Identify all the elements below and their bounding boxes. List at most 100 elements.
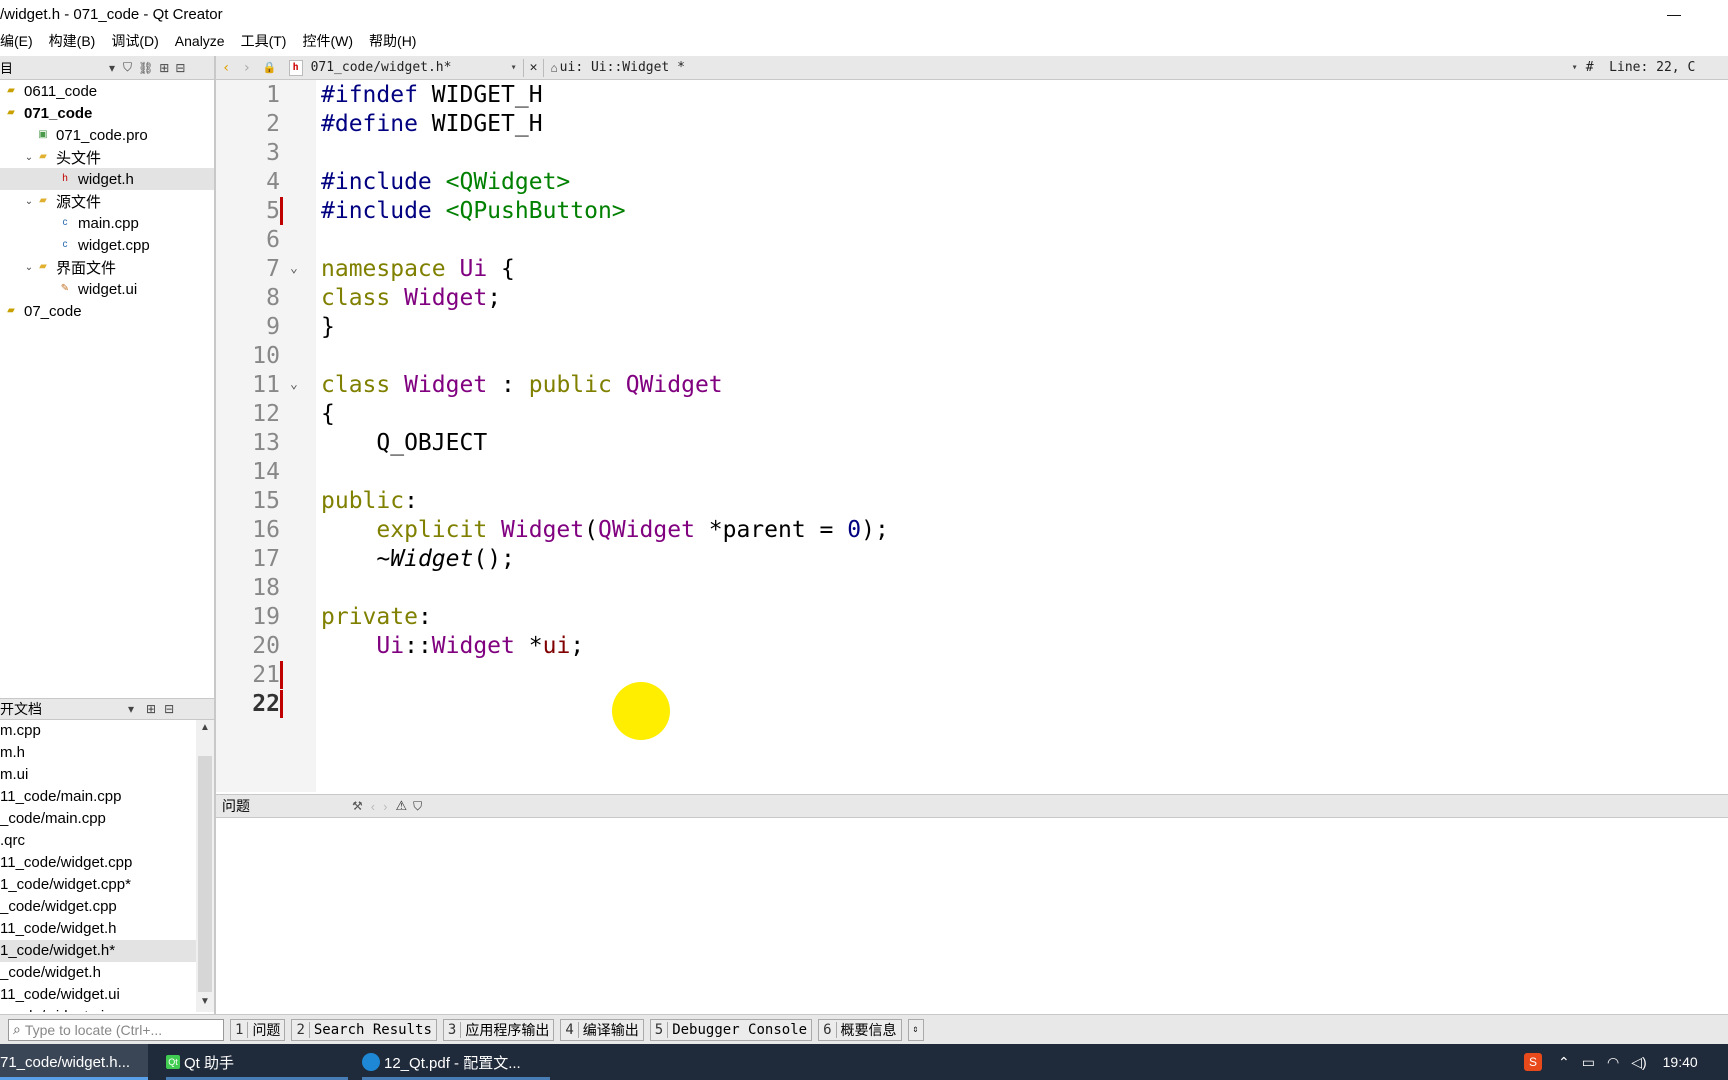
document-dropdown-icon[interactable]: ▾	[511, 62, 517, 73]
document-tab[interactable]: 071_code/widget.h*	[311, 60, 511, 75]
code-line[interactable]: 14	[216, 456, 1728, 488]
menu-item[interactable]: 控件(W)	[294, 31, 361, 51]
menu-item[interactable]: Analyze	[167, 33, 233, 49]
code-line[interactable]: 12 {	[216, 398, 1728, 430]
locator-input[interactable]: ⌕ Type to locate (Ctrl+...	[8, 1018, 224, 1041]
clock[interactable]: 19:40	[1663, 1054, 1698, 1070]
output-tab[interactable]: 6 概要信息	[818, 1018, 902, 1041]
tree-item[interactable]: ⌄ ▰ 界面文件	[0, 256, 214, 278]
tree-item[interactable]: ▰ 07_code	[0, 300, 214, 322]
symbol-dropdown-icon[interactable]: ▾	[1572, 62, 1578, 73]
split-icon[interactable]: ⊞	[159, 61, 169, 75]
split-icon[interactable]: ⊞	[146, 702, 156, 716]
open-document-item[interactable]: 11_code/main.cpp	[0, 786, 196, 808]
taskbar-item-pdf[interactable]: 12_Qt.pdf - 配置文...	[362, 1044, 550, 1080]
taskbar-item-qtcreator[interactable]: 71_code/widget.h...	[0, 1044, 148, 1080]
menu-item[interactable]: 调试(D)	[103, 31, 166, 51]
more-tabs-icon[interactable]: ⇕	[907, 1018, 924, 1041]
code-line[interactable]: 7 ⌄ namespace Ui {	[216, 253, 1728, 285]
expand-chevron-icon[interactable]: ⌄	[22, 152, 36, 163]
menu-item[interactable]: 编(E)	[0, 31, 41, 51]
link-icon[interactable]: ⛓	[138, 61, 153, 75]
output-tab[interactable]: 1 问题	[230, 1018, 286, 1041]
open-document-item[interactable]: 11_code/widget.cpp	[0, 852, 196, 874]
close-panel-icon[interactable]: ⊟	[175, 61, 185, 75]
open-document-item[interactable]: 1_code/widget.cpp*	[0, 874, 196, 896]
output-tab[interactable]: 3 应用程序输出	[442, 1018, 555, 1041]
menu-item[interactable]: 工具(T)	[233, 31, 295, 51]
code-line[interactable]: 19 private:	[216, 601, 1728, 633]
tree-item[interactable]: ▰ 071_code	[0, 102, 214, 124]
filter-icon[interactable]: ⛉	[123, 60, 132, 75]
tree-item[interactable]: h widget.h	[0, 168, 214, 190]
wifi-icon[interactable]: ◠	[1607, 1054, 1619, 1071]
tree-item[interactable]: ▣ 071_code.pro	[0, 124, 214, 146]
taskbar-item-qt-assistant[interactable]: Qt Qt 助手	[166, 1044, 348, 1080]
open-document-item[interactable]: 1_code/widget.h*	[0, 940, 196, 962]
menu-item[interactable]: 帮助(H)	[361, 31, 424, 51]
code-line[interactable]: 20 Ui::Widget *ui;	[216, 630, 1728, 662]
code-editor[interactable]: 1 #ifndef WIDGET_H 2 #define WIDGET_H 3 4 #inc…	[216, 80, 1728, 792]
close-panel-icon[interactable]: ⊟	[164, 702, 174, 716]
previous-icon[interactable]: ‹	[371, 799, 375, 814]
next-icon[interactable]: ›	[383, 799, 387, 814]
expand-chevron-icon[interactable]: ⌄	[22, 196, 36, 207]
tree-item[interactable]: ✎ widget.ui	[0, 278, 214, 300]
fold-chevron-icon[interactable]: ⌄	[290, 369, 298, 401]
code-line[interactable]: 17 ~Widget();	[216, 543, 1728, 575]
open-document-item[interactable]: m.h	[0, 742, 196, 764]
open-document-item[interactable]: m.cpp	[0, 720, 196, 742]
output-tab[interactable]: 4 编译输出	[560, 1018, 644, 1041]
chevron-up-icon[interactable]: ⌃	[1558, 1054, 1570, 1071]
warning-icon[interactable]: ⚠	[395, 798, 407, 814]
fold-chevron-icon[interactable]: ⌄	[290, 253, 298, 285]
open-document-item[interactable]: _code/widget.cpp	[0, 896, 196, 918]
code-line[interactable]: 9}	[216, 311, 1728, 343]
open-document-item[interactable]: _code/widget.h	[0, 962, 196, 984]
scrollbar-thumb[interactable]	[198, 756, 212, 992]
tree-item[interactable]: ⌄ ▰ 源文件	[0, 190, 214, 212]
code-line[interactable]: 4 #include <QWidget>	[216, 166, 1728, 198]
scroll-down-icon[interactable]: ▼	[196, 996, 214, 1010]
volume-icon[interactable]: ◁)	[1631, 1054, 1646, 1071]
open-document-item[interactable]: 11_code/widget.ui	[0, 984, 196, 1006]
code-line[interactable]: 11 ⌄ class Widget : public QWidget	[216, 369, 1728, 401]
dropdown-arrow-icon[interactable]: ▾	[109, 61, 115, 75]
open-document-item[interactable]: _code/widget.ui	[0, 1006, 196, 1012]
code-line[interactable]: 8 class Widget;	[216, 282, 1728, 314]
filter-icon[interactable]: ⛉	[413, 799, 422, 814]
code-line[interactable]: 1 #ifndef WIDGET_H	[216, 80, 1728, 111]
dropdown-arrow-icon[interactable]: ▾	[128, 702, 134, 716]
code-line[interactable]: 18	[216, 572, 1728, 604]
output-tab[interactable]: 5 Debugger Console	[649, 1018, 813, 1041]
forward-arrow-icon[interactable]: ›	[242, 60, 250, 76]
open-documents-scrollbar[interactable]: ▲ ▼	[196, 720, 214, 1012]
menu-item[interactable]: 构建(B)	[41, 31, 104, 51]
tree-item[interactable]: c widget.cpp	[0, 234, 214, 256]
expand-chevron-icon[interactable]: ⌄	[22, 262, 36, 273]
back-arrow-icon[interactable]: ‹	[222, 60, 230, 76]
ime-icon[interactable]: S	[1524, 1053, 1542, 1071]
code-line[interactable]: 13 Q_OBJECT	[216, 427, 1728, 459]
open-document-item[interactable]: _code/main.cpp	[0, 808, 196, 830]
code-line[interactable]: 5 #include <QPushButton>	[216, 195, 1728, 227]
open-document-item[interactable]: m.ui	[0, 764, 196, 786]
code-line[interactable]: 2 #define WIDGET_H	[216, 108, 1728, 140]
open-document-item[interactable]: .qrc	[0, 830, 196, 852]
code-line[interactable]: 15 public:	[216, 485, 1728, 517]
battery-icon[interactable]: ▭	[1582, 1054, 1595, 1071]
code-line[interactable]: 6	[216, 224, 1728, 256]
minimize-button[interactable]: —	[1654, 2, 1694, 26]
scroll-up-icon[interactable]: ▲	[196, 722, 214, 736]
symbol-selector[interactable]: ui: Ui::Widget *	[560, 60, 1572, 75]
code-line[interactable]: 21	[216, 659, 1728, 691]
close-document-icon[interactable]: ✕	[530, 60, 538, 75]
tree-item[interactable]: ▰ 0611_code	[0, 80, 214, 102]
tree-item[interactable]: c main.cpp	[0, 212, 214, 234]
tree-item[interactable]: ⌄ ▰ 头文件	[0, 146, 214, 168]
code-line[interactable]: 22	[216, 688, 1728, 720]
open-document-item[interactable]: 11_code/widget.h	[0, 918, 196, 940]
code-line[interactable]: 3	[216, 137, 1728, 169]
code-line[interactable]: 10	[216, 340, 1728, 372]
output-tab[interactable]: 2 Search Results	[291, 1018, 437, 1041]
